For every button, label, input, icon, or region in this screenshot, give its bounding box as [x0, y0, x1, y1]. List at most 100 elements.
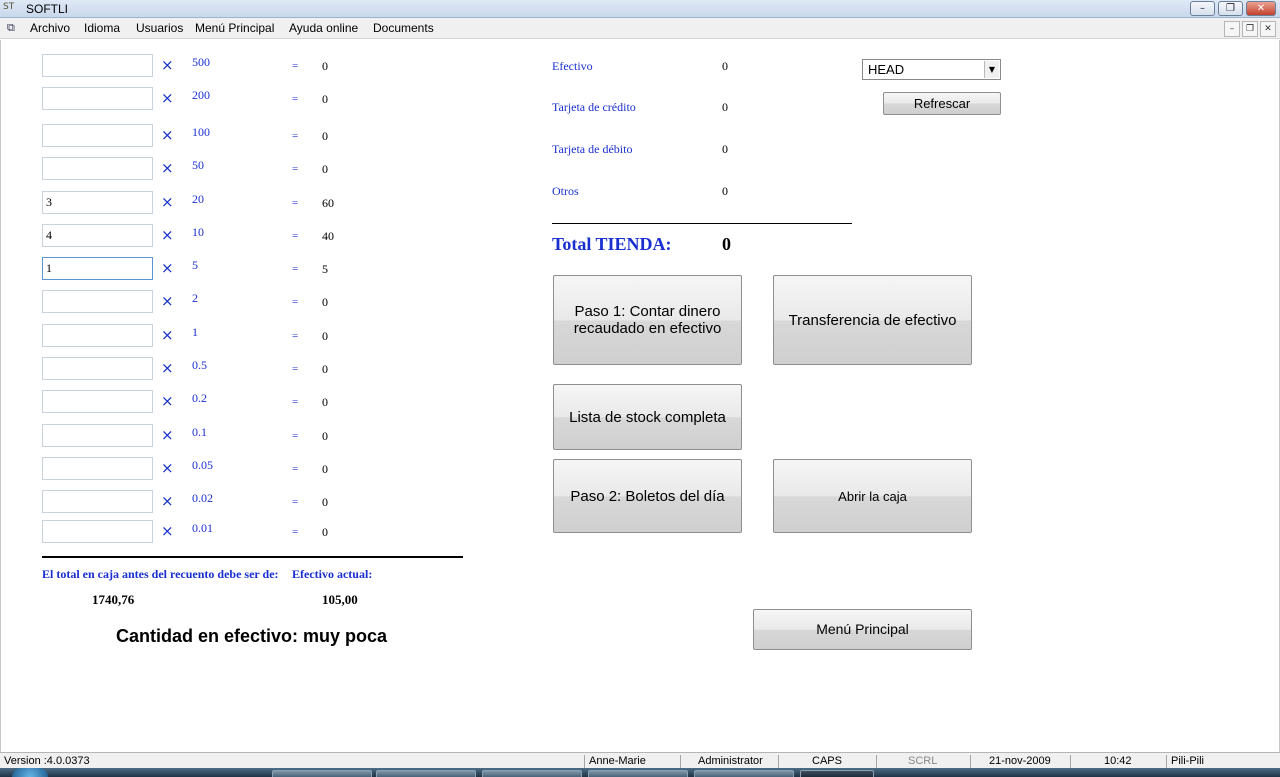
quantity-input[interactable] [42, 520, 153, 543]
denomination-label: 500 [192, 55, 210, 69]
cash-payment-label: Efectivo [552, 59, 593, 73]
menu-idioma[interactable]: Idioma [84, 21, 120, 35]
date-status: 21-nov-2009 [970, 755, 1068, 768]
quantity-input[interactable]: 1 [42, 257, 153, 280]
refresh-button[interactable]: Refrescar [883, 92, 1001, 115]
row-subtotal: 0 [322, 129, 328, 143]
row-subtotal: 0 [322, 295, 328, 309]
quantity-input[interactable]: 4 [42, 224, 153, 247]
quantity-input[interactable] [42, 54, 153, 77]
row-subtotal: 40 [322, 229, 334, 243]
user-status: Anne-Marie [584, 755, 678, 768]
multiply-icon: × [161, 226, 174, 244]
equals-sign: = [292, 330, 299, 342]
other-payment-value: 0 [722, 184, 728, 198]
menu-usuarios[interactable]: Usuarios [136, 21, 183, 35]
row-subtotal: 0 [322, 395, 328, 409]
quantity-input[interactable] [42, 424, 153, 447]
cash-payment-value: 0 [722, 59, 728, 73]
debit-card-label: Tarjeta de débito [552, 142, 633, 156]
equals-sign: = [292, 463, 299, 475]
role-status: Administrator [680, 755, 776, 768]
store-total-label: Total TIENDA: [552, 234, 672, 254]
store-select[interactable]: HEAD ▼ [862, 59, 1001, 80]
row-subtotal: 0 [322, 162, 328, 176]
taskbar-item[interactable] [588, 770, 688, 777]
quantity-input[interactable] [42, 457, 153, 480]
multiply-icon: × [161, 392, 174, 410]
step1-count-cash-button[interactable]: Paso 1: Contar dinero recaudado en efect… [553, 275, 742, 365]
quantity-input[interactable]: 3 [42, 191, 153, 214]
row-subtotal: 0 [322, 462, 328, 476]
debit-card-value: 0 [722, 142, 728, 156]
row-subtotal: 0 [322, 495, 328, 509]
store-select-value: HEAD [868, 62, 905, 77]
close-icon[interactable]: ✕ [1246, 1, 1276, 16]
step2-daily-tickets-button[interactable]: Paso 2: Boletos del día [553, 459, 742, 533]
dropdown-arrow-icon[interactable]: ▼ [984, 61, 999, 78]
taskbar-item-active[interactable] [800, 770, 874, 777]
quantity-input[interactable] [42, 357, 153, 380]
cash-transfer-button[interactable]: Transferencia de efectivo [773, 275, 972, 365]
denomination-label: 0.5 [192, 358, 207, 372]
row-subtotal: 0 [322, 329, 328, 343]
status-bar: Version :4.0.0373 Anne-Marie Administrat… [0, 752, 1280, 768]
denomination-label: 10 [192, 225, 204, 239]
current-cash-value: 105,00 [322, 592, 358, 607]
mdi-restore-icon[interactable]: ❐ [1242, 21, 1258, 37]
quantity-input[interactable] [42, 324, 153, 347]
credit-card-value: 0 [722, 100, 728, 114]
menu-documents[interactable]: Documents [373, 21, 434, 35]
equals-sign: = [292, 130, 299, 142]
quantity-input[interactable] [42, 157, 153, 180]
start-button[interactable] [12, 768, 48, 777]
system-menu-icon[interactable]: ⧉ [7, 21, 15, 35]
window-title: SOFTLI [26, 2, 69, 16]
mdi-minimize-icon[interactable]: – [1224, 21, 1240, 37]
multiply-icon: × [161, 426, 174, 444]
multiply-icon: × [161, 259, 174, 277]
time-status: 10:42 [1070, 755, 1166, 768]
store-status: Pili-Pili [1166, 755, 1260, 768]
expected-total-value: 1740,76 [92, 592, 135, 607]
multiply-icon: × [161, 492, 174, 510]
minimize-icon[interactable]: – [1190, 1, 1215, 16]
denomination-label: 200 [192, 88, 210, 102]
taskbar-item[interactable] [376, 770, 476, 777]
denomination-label: 0.2 [192, 391, 207, 405]
payments-divider [552, 223, 852, 224]
full-stock-list-button[interactable]: Lista de stock completa [553, 384, 742, 450]
main-menu-button[interactable]: Menú Principal [753, 609, 972, 650]
quantity-input[interactable] [42, 87, 153, 110]
expected-total-label: El total en caja antes del recuento debe… [42, 567, 279, 581]
quantity-input[interactable] [42, 290, 153, 313]
taskbar-item[interactable] [694, 770, 794, 777]
mdi-close-icon[interactable]: ✕ [1260, 21, 1276, 37]
quantity-input[interactable] [42, 124, 153, 147]
equals-sign: = [292, 60, 299, 72]
multiply-icon: × [161, 56, 174, 74]
equals-sign: = [292, 197, 299, 209]
cash-status-message: Cantidad en efectivo: muy poca [116, 626, 388, 646]
quantity-input[interactable] [42, 390, 153, 413]
taskbar-item[interactable] [272, 770, 372, 777]
menu-menu-principal[interactable]: Menú Principal [195, 21, 274, 35]
menu-archivo[interactable]: Archivo [30, 21, 70, 35]
row-subtotal: 0 [322, 92, 328, 106]
multiply-icon: × [161, 359, 174, 377]
row-subtotal: 0 [322, 429, 328, 443]
credit-card-label: Tarjeta de crédito [552, 100, 636, 114]
denomination-label: 0.05 [192, 458, 213, 472]
store-total-value: 0 [722, 234, 731, 254]
quantity-input[interactable] [42, 490, 153, 513]
open-drawer-button[interactable]: Abrir la caja [773, 459, 972, 533]
maximize-icon[interactable]: ❐ [1218, 1, 1243, 16]
menu-ayuda-online[interactable]: Ayuda online [289, 21, 358, 35]
row-subtotal: 0 [322, 525, 328, 539]
taskbar-item[interactable] [482, 770, 582, 777]
denomination-label: 1 [192, 325, 198, 339]
denomination-label: 20 [192, 192, 204, 206]
denomination-label: 2 [192, 291, 198, 305]
caps-status: CAPS [778, 755, 874, 768]
multiply-icon: × [161, 292, 174, 310]
